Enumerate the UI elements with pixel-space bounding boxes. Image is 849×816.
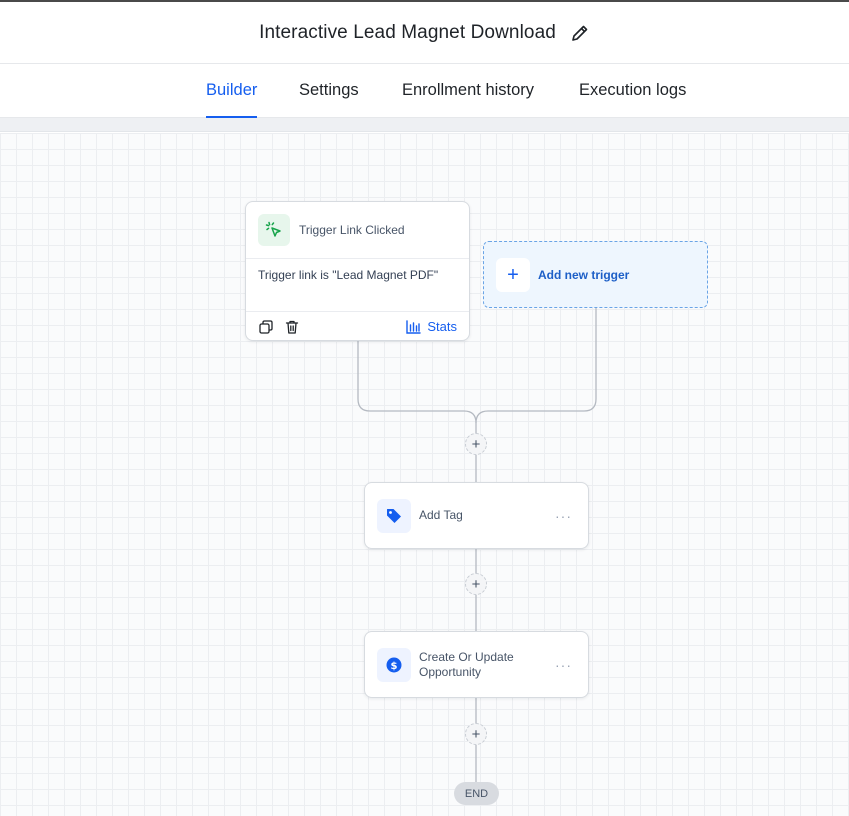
copy-icon[interactable]	[258, 319, 274, 335]
trigger-title: Trigger Link Clicked	[299, 223, 405, 237]
pencil-icon[interactable]	[570, 23, 590, 43]
canvas-toolbar-strip	[0, 118, 849, 132]
tag-icon	[377, 498, 411, 533]
trigger-card-header: Trigger Link Clicked	[246, 202, 469, 259]
action-add-tag[interactable]: Add Tag ···	[364, 482, 589, 549]
add-step-button[interactable]: +	[465, 723, 487, 745]
trash-icon[interactable]	[284, 319, 300, 335]
cursor-click-icon	[258, 214, 290, 246]
stats-label: Stats	[427, 319, 457, 334]
action-label: Add Tag	[419, 508, 463, 522]
add-new-trigger-label: Add new trigger	[538, 267, 630, 282]
plus-icon: +	[496, 257, 530, 292]
add-step-button[interactable]: +	[465, 573, 487, 595]
trigger-condition: Trigger link is "Lead Magnet PDF"	[246, 259, 469, 312]
tab-builder[interactable]: Builder	[206, 64, 258, 118]
svg-text:$: $	[391, 660, 398, 671]
more-options-icon[interactable]: ···	[555, 508, 572, 524]
more-options-icon[interactable]: ···	[555, 657, 572, 673]
workflow-title: Interactive Lead Magnet Download	[259, 21, 556, 43]
action-create-or-update-opportunity[interactable]: $ Create Or Update Opportunity ···	[364, 631, 589, 698]
tab-execution-logs[interactable]: Execution logs	[579, 64, 686, 118]
trigger-card-footer: Stats	[246, 312, 469, 341]
tab-bar: Builder Settings Enrollment history Exec…	[0, 64, 849, 118]
stats-button[interactable]: Stats	[406, 319, 457, 334]
add-new-trigger-button[interactable]: + Add new trigger	[483, 241, 708, 308]
trigger-card[interactable]: Trigger Link Clicked Trigger link is "Le…	[245, 201, 470, 341]
add-step-button[interactable]: +	[465, 433, 487, 455]
tab-settings[interactable]: Settings	[299, 64, 359, 118]
workflow-header: Interactive Lead Magnet Download	[0, 2, 849, 64]
dollar-icon: $	[377, 647, 411, 682]
tab-enrollment-history[interactable]: Enrollment history	[402, 64, 534, 118]
end-node: END	[454, 782, 499, 805]
action-label: Create Or Update Opportunity	[419, 649, 514, 679]
bar-chart-icon	[406, 319, 422, 334]
